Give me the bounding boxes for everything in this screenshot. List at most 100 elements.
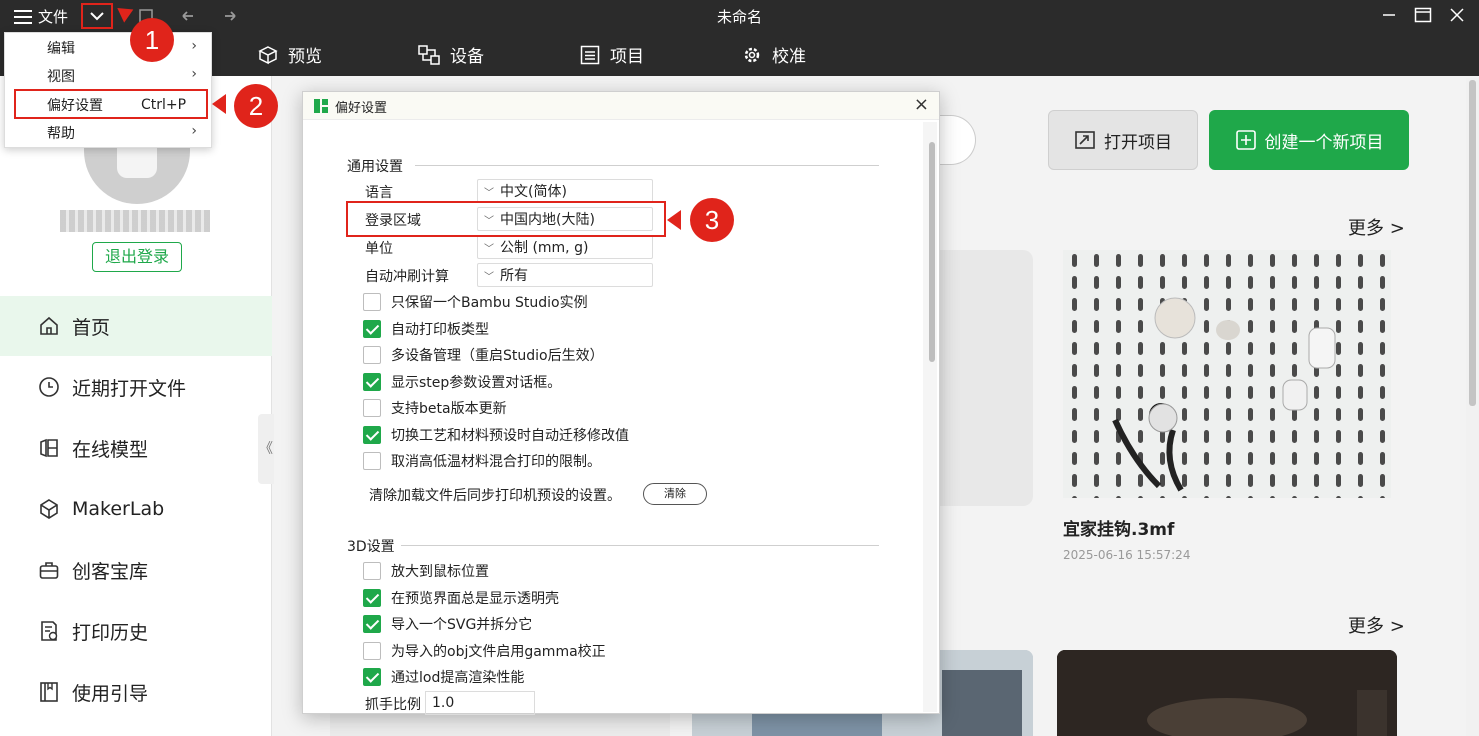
sidebar-item-online-models[interactable]: 在线模型 [0, 418, 272, 478]
sidebar-item-print-history[interactable]: 打印历史 [0, 601, 272, 661]
open-project-button[interactable]: 打开项目 [1048, 110, 1198, 170]
checkbox-label: 取消高低温材料混合打印的限制。 [391, 454, 601, 470]
menu-item-edit[interactable]: 编辑 › [5, 34, 211, 62]
chevron-down-icon: ﹀ [484, 187, 494, 199]
checkbox-row[interactable]: 多设备管理（重启Studio后生效） [363, 345, 604, 365]
checkbox-row[interactable]: 为导入的obj文件启用gamma校正 [363, 641, 606, 661]
checkbox-row[interactable]: 只保留一个Bambu Studio实例 [363, 292, 588, 312]
tab-device[interactable]: 设备 [418, 42, 484, 67]
tab-calibration[interactable]: 校准 [742, 42, 806, 67]
marker-pointer [212, 94, 226, 114]
recent-file-name[interactable]: 宜家挂钩.3mf [1063, 515, 1174, 540]
checkbox-label: 放大到鼠标位置 [391, 564, 489, 580]
section-divider [415, 165, 879, 166]
calibrate-gear-icon [744, 47, 760, 62]
logout-button[interactable]: 退出登录 [92, 242, 182, 272]
main-scrollbar[interactable] [1466, 78, 1479, 736]
dialog-header: 偏好设置 × [303, 92, 939, 120]
dialog-scrollbar-thumb[interactable] [929, 142, 935, 362]
minimize-icon [1383, 14, 1395, 16]
checkbox-label: 通过lod提高渲染性能 [391, 670, 525, 686]
units-label: 单位 [365, 241, 393, 257]
checkbox-row[interactable]: 切换工艺和材料预设时自动迁移修改值 [363, 425, 629, 445]
close-icon [1450, 8, 1464, 22]
more-link-models[interactable]: 更多 > [1348, 612, 1405, 638]
checkbox[interactable] [363, 642, 381, 660]
model-thumbnail-3[interactable] [1057, 650, 1397, 736]
sidebar-item-home[interactable]: 首页 [0, 296, 272, 356]
top-nav: 预览 设备 项目 校准 [0, 32, 1479, 76]
auto-flush-select[interactable]: ﹀ 所有 [477, 263, 653, 287]
sidebar-item-guide[interactable]: 使用引导 [0, 662, 272, 722]
open-project-label: 打开项目 [1104, 132, 1172, 153]
tab-device-label: 设备 [450, 47, 484, 67]
checkbox[interactable] [363, 668, 381, 686]
auto-flush-value: 所有 [500, 268, 528, 284]
checkbox[interactable] [363, 426, 381, 444]
checkbox-row[interactable]: 在预览界面总是显示透明壳 [363, 588, 559, 608]
new-project-label: 创建一个新项目 [1264, 132, 1384, 153]
checkbox[interactable] [363, 399, 381, 417]
checkbox-row[interactable]: 自动打印板类型 [363, 319, 489, 339]
clear-button[interactable]: 清除 [643, 483, 707, 505]
minimize-button[interactable] [1378, 4, 1400, 26]
sidebar-item-toolbox[interactable]: 创客宝库 [0, 540, 272, 600]
username-blurred [60, 210, 210, 232]
collapse-sidebar-button[interactable]: 《 [258, 414, 274, 484]
dialog-close-button[interactable]: × [914, 94, 929, 115]
new-project-button[interactable]: 创建一个新项目 [1209, 110, 1409, 170]
language-value: 中文(简体) [500, 184, 567, 200]
general-section-title: 通用设置 [347, 159, 403, 175]
dialog-title: 偏好设置 [335, 101, 388, 116]
main-scrollbar-thumb[interactable] [1469, 80, 1476, 406]
checkbox-row[interactable]: 导入一个SVG并拆分它 [363, 614, 532, 634]
checkbox-row[interactable]: 放大到鼠标位置 [363, 561, 489, 581]
checkbox-row[interactable]: 通过lod提高渲染性能 [363, 667, 524, 687]
menu-item-view[interactable]: 视图 › [5, 62, 211, 90]
menu-item-help[interactable]: 帮助 › [5, 119, 211, 147]
maximize-icon [1414, 7, 1432, 23]
section-divider [401, 545, 879, 546]
maximize-button[interactable] [1412, 4, 1434, 26]
preferences-dialog: 偏好设置 × 通用设置 语言 ﹀ 中文(简体) 登录区域 ﹀ 中国内地(大陆) 单位… [302, 91, 940, 715]
tab-project[interactable]: 项目 [580, 42, 644, 67]
project-card-partial[interactable] [940, 250, 1033, 506]
checkbox[interactable] [363, 320, 381, 338]
chevron-down-icon: ﹀ [484, 271, 494, 283]
checkbox-row[interactable]: 显示step参数设置对话框。 [363, 372, 561, 392]
toolbox-icon [39, 562, 59, 579]
checkbox[interactable] [363, 373, 381, 391]
checkbox[interactable] [363, 346, 381, 364]
sidebar-item-label: 创客宝库 [72, 560, 149, 583]
preferences-highlight [14, 89, 208, 119]
checkbox-label: 切换工艺和材料预设时自动迁移修改值 [391, 428, 629, 444]
checkbox[interactable] [363, 452, 381, 470]
more-link-recent[interactable]: 更多 > [1348, 214, 1405, 240]
tab-preview[interactable]: 预览 [258, 42, 322, 67]
units-select[interactable]: ﹀ 公制 (mm, g) [477, 235, 653, 259]
checkbox[interactable] [363, 562, 381, 580]
language-select[interactable]: ﹀ 中文(简体) [477, 179, 653, 203]
checkbox-row[interactable]: 支持beta版本更新 [363, 398, 507, 418]
checkbox-label: 显示step参数设置对话框。 [391, 375, 562, 391]
pegboard-image [1063, 250, 1391, 498]
home-icon [40, 316, 58, 335]
sidebar-item-recent[interactable]: 近期打开文件 [0, 357, 272, 417]
3d-section-title: 3D设置 [347, 539, 395, 555]
tab-project-label: 项目 [610, 47, 644, 67]
checkbox[interactable] [363, 293, 381, 311]
device-icon [418, 44, 440, 65]
sidebar-item-makerlab[interactable]: MakerLab [0, 479, 272, 539]
checkbox[interactable] [363, 615, 381, 633]
checkbox-row[interactable]: 取消高低温材料混合打印的限制。 [363, 451, 601, 471]
step-marker-2: 2 [234, 84, 278, 128]
step-marker-1: 1 [130, 18, 174, 62]
close-window-button[interactable] [1446, 4, 1468, 26]
sidebar-item-label: 首页 [72, 316, 111, 339]
checkbox-label: 导入一个SVG并拆分它 [391, 617, 533, 633]
sidebar-item-label: 使用引导 [72, 682, 149, 705]
checkbox[interactable] [363, 589, 381, 607]
tab-calibration-label: 校准 [772, 47, 806, 67]
grab-scale-input[interactable]: 1.0 [425, 691, 535, 715]
recent-file-thumbnail[interactable] [1063, 250, 1391, 498]
